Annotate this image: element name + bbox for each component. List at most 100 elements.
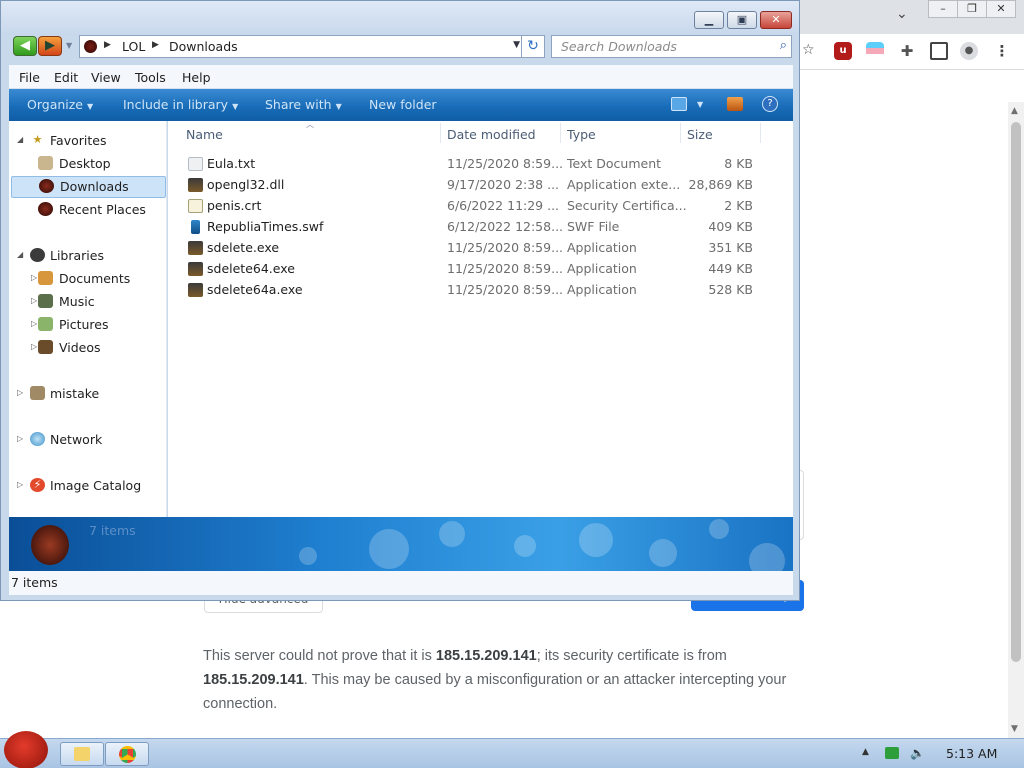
expanded-chevron-icon[interactable]: ◢ [17,250,23,259]
nav-label: mistake [50,386,100,401]
view-options-chevron-icon[interactable]: ▼ [697,100,703,109]
network-status-icon[interactable] [885,747,899,759]
menu-file[interactable]: File [19,70,40,85]
bookmark-star-icon[interactable]: ☆ [802,42,815,58]
collapsed-chevron-icon[interactable]: ▷ [17,388,23,397]
mistake-folder-icon [30,386,45,400]
nav-label: Downloads [60,179,129,194]
browser-close-button[interactable]: ✕ [986,0,1016,18]
column-header-name[interactable]: Name [186,127,223,142]
column-separator[interactable] [680,123,681,143]
refresh-icon[interactable]: ↻ [521,35,545,58]
volume-icon[interactable]: 🔈 [910,746,925,760]
share-with-button[interactable]: Share with ▼ [265,97,342,112]
nav-desktop[interactable]: Desktop [17,154,166,174]
file-row[interactable]: Eula.txt 11/25/2020 8:59... Text Documen… [178,154,778,175]
menu-view[interactable]: View [91,70,121,85]
file-row[interactable]: sdelete64a.exe 11/25/2020 8:59... Applic… [178,280,778,301]
file-date: 11/25/2020 8:59... [447,282,564,297]
search-icon[interactable]: ⌕ [780,38,787,53]
recent-pages-chevron-icon[interactable]: ▼ [66,41,72,50]
column-header-size[interactable]: Size [687,127,713,142]
preview-pane-icon[interactable] [727,97,743,111]
forward-arrow-icon[interactable]: ▶ [38,36,62,56]
extension-icon[interactable] [866,42,884,60]
column-separator[interactable] [760,123,761,143]
nav-network[interactable]: ▷ Network [17,430,166,450]
file-row[interactable]: RepubliaTimes.swf 6/12/2022 12:58... SWF… [178,217,778,238]
menu-help[interactable]: Help [182,70,211,85]
search-input[interactable] [552,36,767,57]
file-list: ︿ Name Date modified Type Size Eula.txt … [168,120,793,517]
breadcrumb-downloads[interactable]: Downloads [169,39,238,54]
file-row[interactable]: sdelete.exe 11/25/2020 8:59... Applicati… [178,238,778,259]
new-folder-button[interactable]: New folder [369,97,437,112]
nav-documents[interactable]: ▷ Documents [17,269,166,289]
address-bar[interactable]: ▶ LOL ▶ Downloads ▼ [79,35,527,58]
extensions-puzzle-icon[interactable]: ✚ [898,42,916,60]
expanded-chevron-icon[interactable]: ◢ [17,135,23,144]
page-scrollbar[interactable]: ▲ ▼ [1008,102,1024,738]
collapsed-chevron-icon[interactable]: ▷ [31,319,37,328]
scrollbar-thumb[interactable] [1011,122,1021,662]
nav-image-catalog[interactable]: ▷ ⚡ Image Catalog [17,476,166,496]
file-name: RepubliaTimes.swf [207,219,324,234]
column-header-type[interactable]: Type [567,127,596,142]
scroll-down-icon[interactable]: ▼ [1011,724,1018,734]
file-type: Application [567,240,637,255]
file-row[interactable]: sdelete64.exe 11/25/2020 8:59... Applica… [178,259,778,280]
collapsed-chevron-icon[interactable]: ▷ [17,434,23,443]
search-box[interactable]: ⌕ [551,35,792,58]
show-hidden-icons-icon[interactable]: ▲ [862,747,869,757]
ublock-extension-icon[interactable]: u [834,42,852,60]
taskbar-chrome-button[interactable] [105,742,149,766]
minimize-button[interactable]: ▁ [694,11,724,29]
column-separator[interactable] [560,123,561,143]
organize-button[interactable]: Organize ▼ [27,97,93,112]
menu-edit[interactable]: Edit [54,70,78,85]
file-row[interactable]: penis.crt 6/6/2022 11:29 ... Security Ce… [178,196,778,217]
file-size: 449 KB [708,261,753,276]
tab-search-chevron-icon[interactable]: ⌄ [896,6,908,22]
nav-label: Image Catalog [50,478,142,493]
browser-maximize-button[interactable]: ❐ [957,0,987,18]
nav-downloads[interactable]: Downloads [11,176,166,198]
include-in-library-button[interactable]: Include in library ▼ [123,97,238,112]
scroll-up-icon[interactable]: ▲ [1011,106,1018,116]
menu-tools[interactable]: Tools [135,70,166,85]
nav-mistake[interactable]: ▷ mistake [17,384,166,404]
collapsed-chevron-icon[interactable]: ▷ [31,296,37,305]
browser-menu-icon[interactable]: ⋮ [993,42,1011,60]
browser-minimize-button[interactable]: – [928,0,958,18]
nav-pictures[interactable]: ▷ Pictures [17,315,166,335]
breadcrumb-lol[interactable]: LOL [122,39,145,54]
documents-icon [38,271,53,285]
taskbar-explorer-button[interactable] [60,742,104,766]
collapsed-chevron-icon[interactable]: ▷ [17,480,23,489]
column-header-date[interactable]: Date modified [447,127,536,142]
nav-libraries[interactable]: ◢ Libraries [17,246,166,266]
file-size: 28,869 KB [688,177,753,192]
explorer-titlebar[interactable]: ▁ ▣ ✕ [1,1,799,35]
help-icon[interactable]: ? [762,96,778,112]
profile-avatar-icon[interactable]: ● [960,42,978,60]
taskbar-clock[interactable]: 5:13 AM [946,746,997,761]
collapsed-chevron-icon[interactable]: ▷ [31,342,37,351]
start-button-icon[interactable] [4,731,48,768]
back-arrow-icon[interactable]: ◀ [13,36,37,56]
nav-favorites[interactable]: ◢ ★ Favorites [17,131,166,151]
nav-recent-places[interactable]: Recent Places [17,200,166,220]
address-dropdown-icon[interactable]: ▼ [513,40,520,50]
file-type: Application [567,261,637,276]
column-separator[interactable] [440,123,441,143]
nav-videos[interactable]: ▷ Videos [17,338,166,358]
image-catalog-icon: ⚡ [30,478,45,492]
side-panel-icon[interactable] [930,42,948,60]
close-button[interactable]: ✕ [760,11,792,29]
nav-label: Network [50,432,103,447]
collapsed-chevron-icon[interactable]: ▷ [31,273,37,282]
change-view-icon[interactable] [671,97,687,111]
maximize-button[interactable]: ▣ [727,11,757,29]
nav-music[interactable]: ▷ Music [17,292,166,312]
file-row[interactable]: opengl32.dll 9/17/2020 2:38 ... Applicat… [178,175,778,196]
